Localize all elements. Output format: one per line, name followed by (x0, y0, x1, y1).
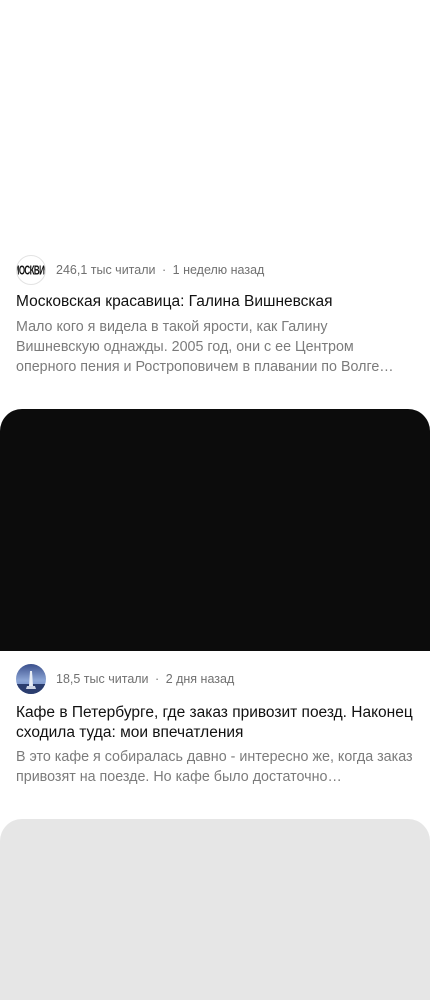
article-title[interactable]: Московская красавица: Галина Вишневская (16, 292, 414, 312)
article-card[interactable]: МОСКВИЧ 246,1 тыс читали · 1 неделю наза… (0, 0, 430, 375)
article-meta: МОСКВИЧ 246,1 тыс читали · 1 неделю наза… (16, 254, 264, 286)
views-count: 18,5 тыс читали (56, 672, 149, 686)
article-stats: 246,1 тыс читали · 1 неделю назад (56, 263, 264, 277)
monument-icon (16, 671, 46, 694)
publish-time: 2 дня назад (165, 672, 235, 686)
article-card-placeholder[interactable] (0, 819, 430, 1000)
channel-avatar[interactable] (16, 664, 46, 694)
views-count: 246,1 тыс читали (56, 263, 156, 277)
article-snippet[interactable]: В это кафе я собиралась давно - интересн… (16, 747, 414, 787)
article-title[interactable]: Кафе в Петербурге, где заказ привозит по… (16, 703, 414, 743)
channel-avatar[interactable]: МОСКВИЧ (16, 255, 46, 285)
channel-logo-text: МОСКВИЧ (17, 262, 45, 278)
article-cover-image[interactable] (0, 0, 430, 242)
article-card[interactable]: 18,5 тыс читали · 2 дня назад Кафе в Пет… (0, 409, 430, 785)
article-snippet[interactable]: Мало кого я видела в такой ярости, как Г… (16, 317, 414, 377)
meta-separator: · (161, 263, 167, 277)
publish-time: 1 неделю назад (172, 263, 265, 277)
article-meta: 18,5 тыс читали · 2 дня назад (16, 663, 234, 695)
article-feed: МОСКВИЧ 246,1 тыс читали · 1 неделю наза… (0, 0, 430, 1000)
article-stats: 18,5 тыс читали · 2 дня назад (56, 672, 234, 686)
article-cover-image[interactable] (0, 819, 430, 1000)
meta-separator: · (155, 672, 160, 686)
article-cover-image[interactable] (0, 409, 430, 651)
